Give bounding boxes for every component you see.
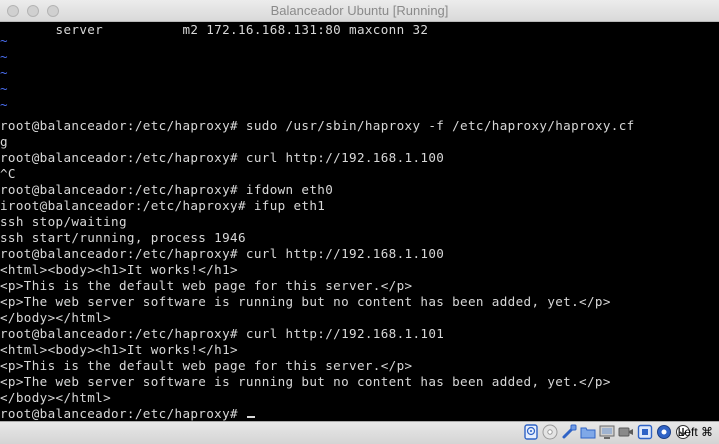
guest-additions-icon[interactable] [656, 424, 672, 440]
terminal-line: root@balanceador:/etc/haproxy# sudo /usr… [0, 118, 635, 133]
terminal-line: ^C [0, 166, 16, 181]
title-bar[interactable]: Balanceador Ubuntu [Running] [0, 0, 719, 22]
host-key-indicator[interactable]: Left ⌘ [678, 425, 713, 439]
status-bar: Left ⌘ [0, 421, 719, 444]
terminal-line: <html><body><h1>It works!</h1> [0, 262, 238, 277]
terminal-line: </body></html> [0, 390, 112, 405]
terminal-line: g [0, 134, 8, 149]
terminal-line: root@balanceador:/etc/haproxy# curl http… [0, 326, 445, 341]
terminal-line: <html><body><h1>It works!</h1> [0, 342, 238, 357]
vim-empty-line-marker: ~ [0, 97, 8, 112]
terminal-line: server m2 172.16.168.131:80 maxconn 32 [0, 22, 429, 37]
terminal-line: root@balanceador:/etc/haproxy# ifdown et… [0, 182, 334, 197]
video-capture-icon[interactable] [618, 424, 634, 440]
terminal-line: </body></html> [0, 310, 112, 325]
status-icons [523, 424, 691, 440]
terminal-console[interactable]: server m2 172.16.168.131:80 maxconn 32 ~… [0, 22, 719, 421]
text-cursor [246, 416, 255, 418]
network-icon[interactable] [637, 424, 653, 440]
terminal-line: root@balanceador:/etc/haproxy# curl http… [0, 246, 445, 261]
virtualbox-window: Balanceador Ubuntu [Running] server m2 1… [0, 0, 719, 444]
terminal-line: ssh start/running, process 1946 [0, 230, 246, 245]
terminal-line: <p>The web server software is running bu… [0, 374, 611, 389]
usb-icon[interactable] [561, 424, 577, 440]
vim-empty-line-marker: ~ [0, 49, 8, 64]
terminal-line: root@balanceador:/etc/haproxy# curl http… [0, 150, 445, 165]
optical-drive-icon[interactable] [542, 424, 558, 440]
terminal-line: ssh stop/waiting [0, 214, 127, 229]
vim-empty-line-marker: ~ [0, 33, 8, 48]
terminal-line: <p>This is the default web page for this… [0, 358, 413, 373]
vim-empty-line-marker: ~ [0, 81, 8, 96]
terminal-prompt-line[interactable]: root@balanceador:/etc/haproxy# [0, 406, 255, 421]
terminal-line: <p>This is the default web page for this… [0, 278, 413, 293]
shared-folders-icon[interactable] [580, 424, 596, 440]
terminal-line: iroot@balanceador:/etc/haproxy# ifup eth… [0, 198, 326, 213]
terminal-prompt: root@balanceador:/etc/haproxy# [0, 406, 246, 421]
terminal-line: <p>The web server software is running bu… [0, 294, 611, 309]
window-title: Balanceador Ubuntu [Running] [270, 3, 449, 18]
display-icon[interactable] [599, 424, 615, 440]
hard-disk-icon[interactable] [523, 424, 539, 440]
vim-empty-line-marker: ~ [0, 65, 8, 80]
